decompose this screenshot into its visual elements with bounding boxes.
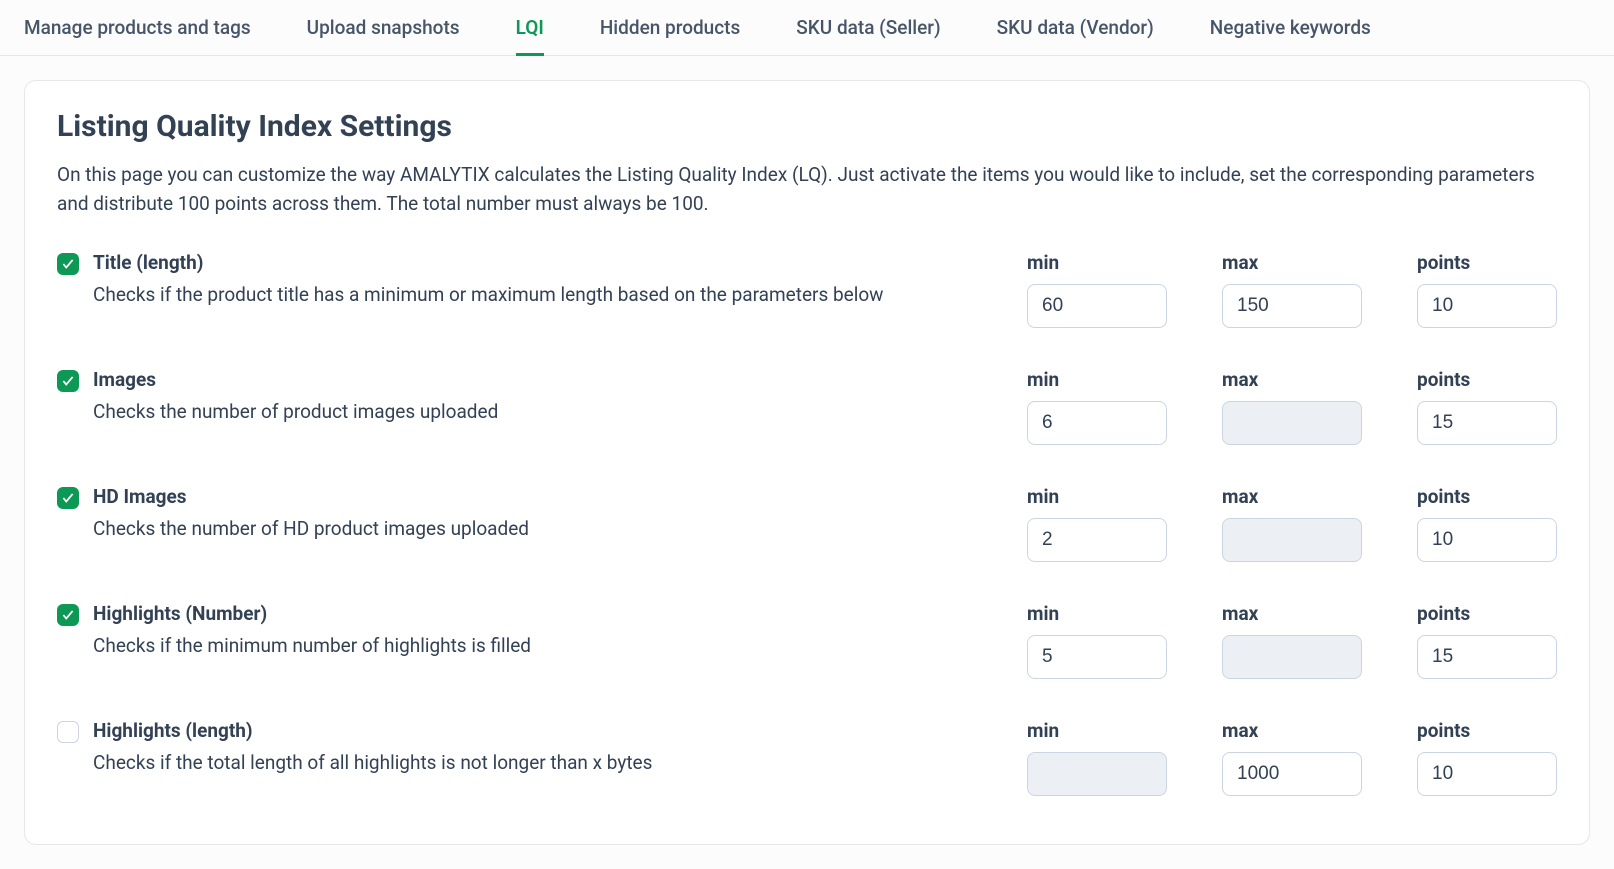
setting-row: Images Checks the number of product image… <box>57 368 1557 445</box>
field-points: points <box>1417 602 1557 679</box>
field-label-min: min <box>1027 368 1167 391</box>
points-input[interactable] <box>1417 284 1557 328</box>
field-max: max <box>1222 602 1362 679</box>
field-max: max <box>1222 251 1362 328</box>
field-max: max <box>1222 485 1362 562</box>
field-label-points: points <box>1417 602 1557 625</box>
min-input[interactable] <box>1027 518 1167 562</box>
tab-sku-data-seller-[interactable]: SKU data (Seller) <box>796 0 940 56</box>
field-label-max: max <box>1222 251 1362 274</box>
check-icon <box>61 374 75 388</box>
setting-text: Title (length) Checks if the product titl… <box>93 251 1013 309</box>
field-min: min <box>1027 368 1167 445</box>
setting-checkbox[interactable] <box>57 370 79 392</box>
setting-row: Highlights (Number) Checks if the minimum… <box>57 602 1557 679</box>
setting-description: Checks if the product title has a minimu… <box>93 280 973 309</box>
tab-upload-snapshots[interactable]: Upload snapshots <box>307 0 460 56</box>
check-icon <box>61 608 75 622</box>
field-label-min: min <box>1027 602 1167 625</box>
setting-title: HD Images <box>93 485 973 508</box>
tab-negative-keywords[interactable]: Negative keywords <box>1210 0 1371 56</box>
setting-description: Checks if the minimum number of highligh… <box>93 631 973 660</box>
field-label-min: min <box>1027 251 1167 274</box>
max-input <box>1222 518 1362 562</box>
field-max: max <box>1222 368 1362 445</box>
setting-checkbox[interactable] <box>57 721 79 743</box>
setting-checkbox[interactable] <box>57 253 79 275</box>
setting-fields: min max points <box>1027 602 1557 679</box>
page-description: On this page you can customize the way A… <box>57 160 1557 219</box>
points-input[interactable] <box>1417 635 1557 679</box>
setting-checkbox[interactable] <box>57 487 79 509</box>
points-input[interactable] <box>1417 518 1557 562</box>
field-label-points: points <box>1417 368 1557 391</box>
field-points: points <box>1417 485 1557 562</box>
field-label-min: min <box>1027 719 1167 742</box>
field-label-max: max <box>1222 485 1362 508</box>
setting-row: Title (length) Checks if the product titl… <box>57 251 1557 328</box>
max-input <box>1222 401 1362 445</box>
check-icon <box>61 257 75 271</box>
field-label-points: points <box>1417 485 1557 508</box>
max-input <box>1222 635 1362 679</box>
tab-sku-data-vendor-[interactable]: SKU data (Vendor) <box>997 0 1154 56</box>
min-input <box>1027 752 1167 796</box>
field-points: points <box>1417 719 1557 796</box>
setting-fields: min max points <box>1027 719 1557 796</box>
field-min: min <box>1027 485 1167 562</box>
setting-title: Images <box>93 368 973 391</box>
setting-fields: min max points <box>1027 368 1557 445</box>
points-input[interactable] <box>1417 401 1557 445</box>
tab-manage-products-and-tags[interactable]: Manage products and tags <box>24 0 251 56</box>
setting-title: Highlights (length) <box>93 719 973 742</box>
field-label-max: max <box>1222 719 1362 742</box>
field-label-min: min <box>1027 485 1167 508</box>
min-input[interactable] <box>1027 401 1167 445</box>
setting-title: Title (length) <box>93 251 973 274</box>
field-min: min <box>1027 719 1167 796</box>
min-input[interactable] <box>1027 284 1167 328</box>
setting-text: Images Checks the number of product image… <box>93 368 1013 426</box>
setting-row: Highlights (length) Checks if the total l… <box>57 719 1557 796</box>
field-label-points: points <box>1417 719 1557 742</box>
field-label-max: max <box>1222 602 1362 625</box>
setting-description: Checks the number of product images uplo… <box>93 397 973 426</box>
field-min: min <box>1027 251 1167 328</box>
setting-text: HD Images Checks the number of HD product… <box>93 485 1013 543</box>
field-max: max <box>1222 719 1362 796</box>
setting-checkbox[interactable] <box>57 604 79 626</box>
tabs-bar: Manage products and tags Upload snapshots… <box>0 0 1614 56</box>
setting-fields: min max points <box>1027 251 1557 328</box>
setting-row: HD Images Checks the number of HD product… <box>57 485 1557 562</box>
setting-fields: min max points <box>1027 485 1557 562</box>
check-icon <box>61 491 75 505</box>
field-points: points <box>1417 251 1557 328</box>
tab-hidden-products[interactable]: Hidden products <box>600 0 740 56</box>
setting-text: Highlights (Number) Checks if the minimum… <box>93 602 1013 660</box>
setting-description: Checks if the total length of all highli… <box>93 748 973 777</box>
setting-description: Checks the number of HD product images u… <box>93 514 973 543</box>
setting-text: Highlights (length) Checks if the total l… <box>93 719 1013 777</box>
field-label-max: max <box>1222 368 1362 391</box>
field-label-points: points <box>1417 251 1557 274</box>
tab-lqi[interactable]: LQI <box>516 0 544 56</box>
points-input[interactable] <box>1417 752 1557 796</box>
setting-title: Highlights (Number) <box>93 602 973 625</box>
max-input[interactable] <box>1222 752 1362 796</box>
field-points: points <box>1417 368 1557 445</box>
field-min: min <box>1027 602 1167 679</box>
min-input[interactable] <box>1027 635 1167 679</box>
max-input[interactable] <box>1222 284 1362 328</box>
lqi-settings-panel: Listing Quality Index Settings On this p… <box>24 80 1590 845</box>
page-title: Listing Quality Index Settings <box>57 109 1557 144</box>
